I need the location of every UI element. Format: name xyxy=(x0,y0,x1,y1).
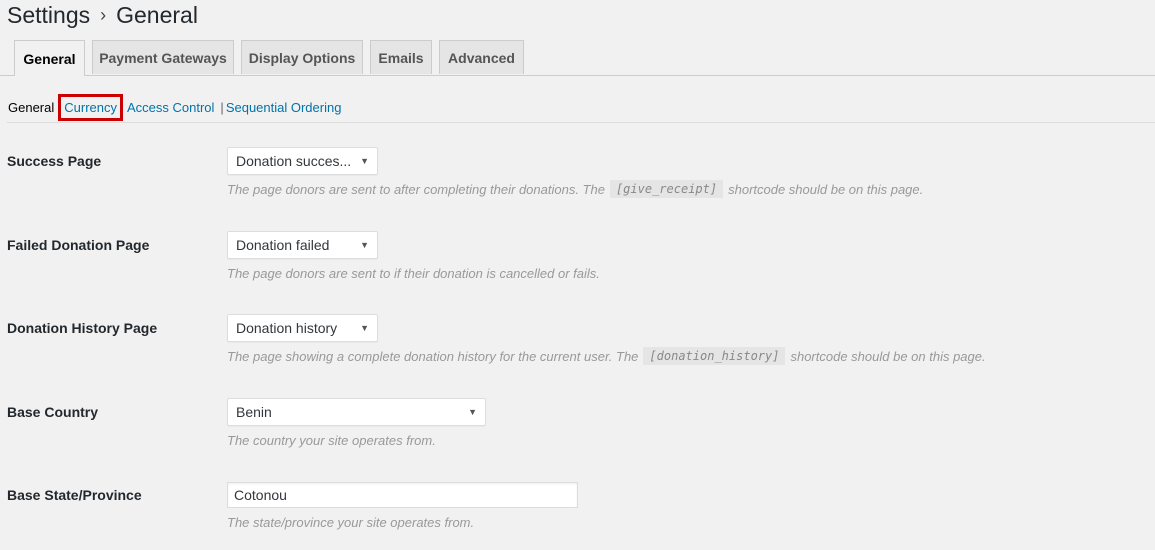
chevron-down-icon: ▼ xyxy=(360,156,369,166)
base-country-select[interactable]: Benin ▼ xyxy=(227,398,486,426)
tab-general[interactable]: General xyxy=(14,40,85,76)
base-country-select-value: Benin xyxy=(236,404,272,420)
history-page-description: The page showing a complete donation his… xyxy=(227,347,986,365)
success-page-description: The page donors are sent to after comple… xyxy=(227,180,923,198)
subnav-link-sequential-ordering[interactable]: Sequential Ordering xyxy=(226,100,342,115)
tab-display-options[interactable]: Display Options xyxy=(241,40,363,74)
history-page-label: Donation History Page xyxy=(7,320,158,336)
chevron-down-icon: ▼ xyxy=(360,323,369,333)
success-page-desc-text-end: shortcode should be on this page. xyxy=(728,181,924,197)
success-page-select-value: Donation succes... xyxy=(236,153,352,169)
tab-payment-gateways[interactable]: Payment Gateways xyxy=(92,40,234,74)
history-page-shortcode: [donation_history] xyxy=(643,347,786,365)
success-page-shortcode: [give_receipt] xyxy=(609,180,724,198)
tab-emails[interactable]: Emails xyxy=(370,40,432,74)
subnav-link-access-control[interactable]: Access Control xyxy=(127,100,214,115)
chevron-down-icon: ▼ xyxy=(468,407,477,417)
tab-advanced[interactable]: Advanced xyxy=(439,40,524,74)
subnav-link-currency[interactable]: Currency xyxy=(64,100,117,115)
failed-page-label: Failed Donation Page xyxy=(7,237,150,253)
breadcrumb-current: General xyxy=(116,2,198,28)
section-subnav: General Currency Access Control | Sequen… xyxy=(8,94,341,121)
chevron-down-icon: ▼ xyxy=(360,240,369,250)
failed-page-select-value: Donation failed xyxy=(236,237,330,253)
base-state-label: Base State/Province xyxy=(7,487,142,503)
history-page-select-value: Donation history xyxy=(236,320,338,336)
history-page-desc-text: The page showing a complete donation his… xyxy=(227,348,639,364)
settings-tabs: General Payment Gateways Display Options… xyxy=(0,40,1155,76)
breadcrumb-root: Settings xyxy=(7,2,91,28)
section-divider xyxy=(7,122,1155,123)
base-country-description: The country your site operates from. xyxy=(227,433,436,448)
history-page-select[interactable]: Donation history ▼ xyxy=(227,314,378,342)
success-page-select[interactable]: Donation succes... ▼ xyxy=(227,147,378,175)
base-state-description: The state/province your site operates fr… xyxy=(227,515,475,530)
success-page-desc-text: The page donors are sent to after comple… xyxy=(227,181,605,197)
breadcrumb-separator-icon: › xyxy=(100,5,107,25)
subnav-separator: | xyxy=(220,100,224,115)
page-title: Settings › General xyxy=(7,0,198,30)
base-state-input[interactable] xyxy=(227,482,578,508)
failed-page-select[interactable]: Donation failed ▼ xyxy=(227,231,378,259)
failed-page-description: The page donors are sent to if their don… xyxy=(227,266,600,281)
base-country-label: Base Country xyxy=(7,404,99,420)
subnav-current-general: General xyxy=(8,100,55,115)
history-page-desc-text-end: shortcode should be on this page. xyxy=(790,348,986,364)
success-page-label: Success Page xyxy=(7,153,102,169)
highlight-box: Currency xyxy=(58,94,123,121)
